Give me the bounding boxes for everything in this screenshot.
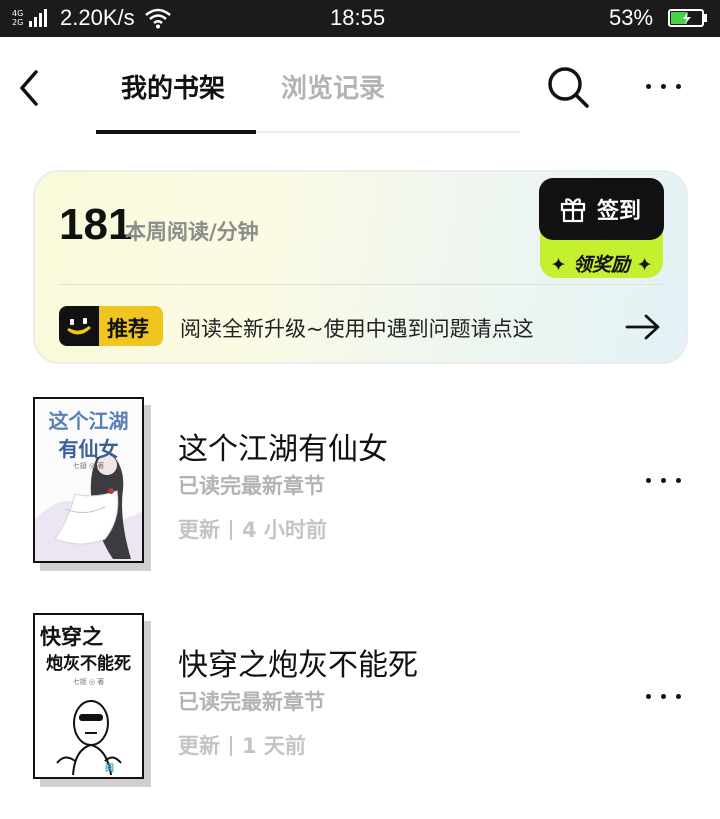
back-icon[interactable] (14, 66, 44, 110)
book-more-icon[interactable] (644, 688, 684, 706)
recommend-badge-label: 推荐 (107, 317, 149, 341)
gift-icon (560, 198, 586, 223)
card-divider (59, 284, 662, 285)
search-icon[interactable] (545, 64, 591, 110)
book-title[interactable]: 这个江湖有仙女 (178, 424, 388, 468)
more-dots-icon[interactable] (644, 78, 684, 96)
book-progress: 已读完最新章节 (178, 690, 325, 714)
book-list-item[interactable]: 阅 快穿之 炮灰不能死 七姬 ◎ 著 快穿之炮灰不能死 已读完最新章节 更新 1 … (0, 613, 720, 803)
book-title[interactable]: 快穿之炮灰不能死 (178, 640, 418, 684)
update-label: 更新 (178, 518, 220, 542)
update-time: 1 天前 (242, 734, 306, 758)
book-cover[interactable]: 阅 快穿之 炮灰不能死 七姬 ◎ 著 (33, 613, 144, 779)
recommend-text[interactable]: 阅读全新升级~使用中遇到问题请点这 (180, 313, 534, 343)
book-list-item[interactable]: 这个江湖 有仙女 七翅 ◎ 著 这个江湖有仙女 已读完最新章节 更新 4 小时前 (0, 397, 720, 587)
arrow-right-icon[interactable] (625, 313, 661, 341)
cover-author: 七姬 ◎ 著 (72, 678, 105, 686)
book-update-info: 更新 1 天前 (178, 730, 306, 760)
signin-button[interactable]: 签到 (539, 178, 664, 240)
cover-title-line1: 快穿之 (40, 624, 103, 649)
update-separator (230, 520, 232, 540)
signin-widget[interactable]: ✦ 领奖励 ✦ 签到 (539, 178, 664, 278)
update-separator (230, 736, 232, 756)
recommend-badge: 推荐 (59, 306, 163, 346)
mascot-icon (59, 306, 99, 346)
cover-title-line2: 炮灰不能死 (46, 654, 131, 674)
battery-icon (668, 9, 707, 27)
book-progress: 已读完最新章节 (178, 474, 325, 498)
network-type: 4G 2G (12, 9, 26, 27)
reading-stats-card: 181 本周阅读/分钟 ✦ 领奖励 ✦ 签到 推荐 阅读全新升级~使用中遇到问题… (33, 170, 688, 364)
cover-title-line1: 这个江湖 (48, 409, 129, 433)
weekly-reading-label: 本周阅读/分钟 (125, 220, 259, 244)
signal-bars-icon (29, 9, 53, 27)
cover-title-line2: 有仙女 (58, 437, 119, 461)
svg-text:阅: 阅 (105, 762, 114, 774)
status-bar: 4G 2G 2.20K/s 18:55 53% (0, 0, 720, 37)
update-label: 更新 (178, 734, 220, 758)
tab-browse-history[interactable]: 浏览记录 (281, 68, 385, 105)
book-update-info: 更新 4 小时前 (178, 514, 327, 544)
book-cover[interactable]: 这个江湖 有仙女 七翅 ◎ 著 (33, 397, 144, 563)
battery-percent: 53% (609, 5, 654, 30)
cover-author: 七翅 ◎ 著 (72, 462, 105, 470)
book-more-icon[interactable] (644, 472, 684, 490)
signin-label: 签到 (597, 199, 642, 224)
update-time: 4 小时前 (242, 518, 327, 542)
tab-active-indicator (96, 130, 256, 134)
clock: 18:55 (330, 5, 386, 30)
wifi-icon (145, 8, 171, 29)
network-speed: 2.20K/s (60, 5, 135, 30)
claim-reward-label: ✦ 领奖励 ✦ (550, 254, 653, 276)
weekly-reading-minutes: 181 (59, 200, 133, 249)
tab-bookshelf[interactable]: 我的书架 (121, 68, 225, 105)
network-type-top: 4G (12, 9, 24, 18)
network-type-bottom: 2G (12, 18, 24, 27)
